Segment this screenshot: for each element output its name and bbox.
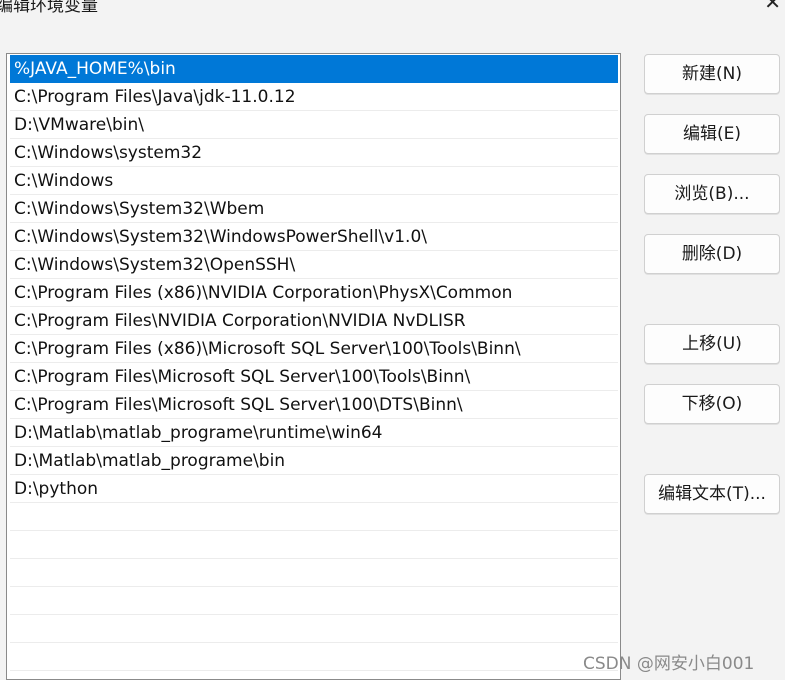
path-list-empty-row[interactable] (10, 643, 618, 671)
path-list-empty-row[interactable] (10, 615, 618, 643)
path-list[interactable]: %JAVA_HOME%\bin C:\Program Files\Java\jdk… (6, 53, 621, 680)
path-list-item[interactable]: C:\Program Files (x86)\Microsoft SQL Ser… (10, 335, 618, 363)
path-list-empty-row[interactable] (10, 503, 618, 531)
path-list-item[interactable]: C:\Program Files\Microsoft SQL Server\10… (10, 363, 618, 391)
path-list-item[interactable]: C:\Windows (10, 167, 618, 195)
move-up-button[interactable]: 上移(U) (644, 324, 780, 364)
path-list-rows: %JAVA_HOME%\bin C:\Program Files\Java\jdk… (10, 55, 618, 671)
path-list-item[interactable]: C:\Windows\System32\WindowsPowerShell\v1… (10, 223, 618, 251)
path-list-item[interactable]: C:\Program Files (x86)\NVIDIA Corporatio… (10, 279, 618, 307)
path-list-item[interactable]: C:\Program Files\Microsoft SQL Server\10… (10, 391, 618, 419)
watermark: CSDN @网安小白001 (583, 654, 755, 674)
path-list-item[interactable]: C:\Windows\System32\Wbem (10, 195, 618, 223)
browse-button[interactable]: 浏览(B)... (644, 174, 780, 214)
path-list-item[interactable]: D:\Matlab\matlab_programe\bin (10, 447, 618, 475)
path-list-empty-row[interactable] (10, 559, 618, 587)
path-list-item[interactable]: C:\Windows\System32\OpenSSH\ (10, 251, 618, 279)
edit-button[interactable]: 编辑(E) (644, 114, 780, 154)
path-list-item[interactable]: D:\VMware\bin\ (10, 111, 618, 139)
path-list-empty-row[interactable] (10, 587, 618, 615)
path-list-item[interactable]: C:\Program Files\Java\jdk-11.0.12 (10, 83, 618, 111)
path-list-item[interactable]: C:\Windows\system32 (10, 139, 618, 167)
path-list-item[interactable]: D:\Matlab\matlab_programe\runtime\win64 (10, 419, 618, 447)
path-list-item[interactable]: D:\python (10, 475, 618, 503)
title-bar: 编辑环境变量 ✕ (0, 0, 785, 22)
edit-text-button[interactable]: 编辑文本(T)... (644, 474, 780, 514)
move-down-button[interactable]: 下移(O) (644, 384, 780, 424)
path-list-item[interactable]: C:\Program Files\NVIDIA Corporation\NVID… (10, 307, 618, 335)
new-button[interactable]: 新建(N) (644, 54, 780, 94)
path-list-empty-row[interactable] (10, 531, 618, 559)
delete-button[interactable]: 删除(D) (644, 234, 780, 274)
close-icon[interactable]: ✕ (764, 0, 781, 12)
window-title: 编辑环境变量 (0, 0, 98, 16)
path-list-item[interactable]: %JAVA_HOME%\bin (10, 55, 618, 83)
